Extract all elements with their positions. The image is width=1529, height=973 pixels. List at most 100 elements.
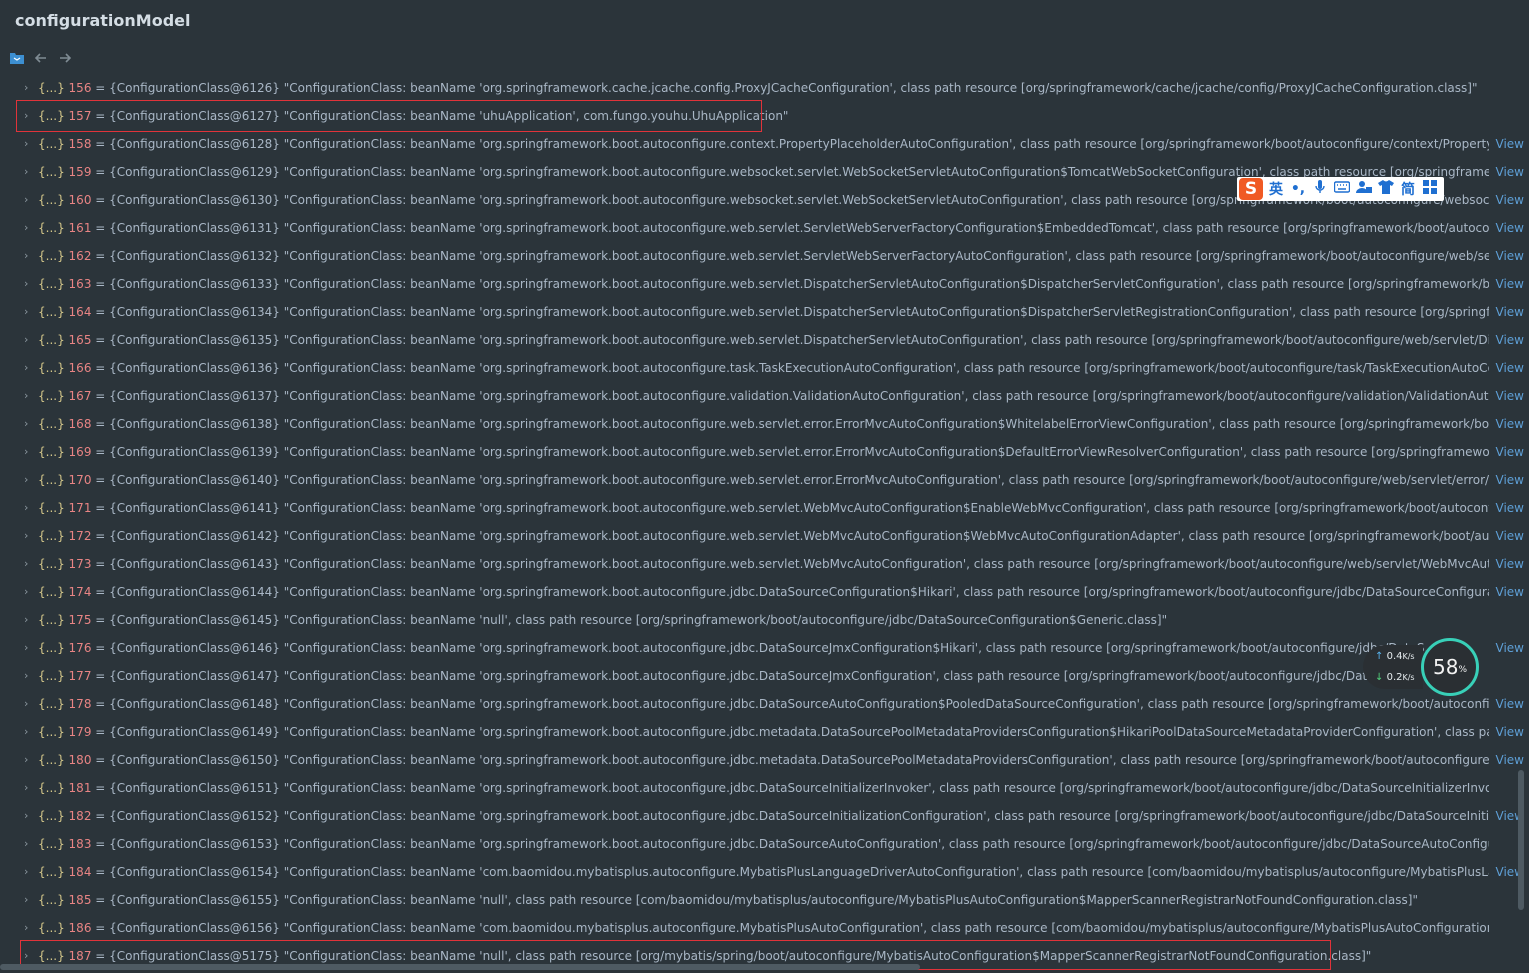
view-link[interactable]: View bbox=[1496, 445, 1524, 459]
memory-usage-gauge[interactable]: 58% bbox=[1421, 638, 1479, 696]
tree-row[interactable]: › {...} 161 = {ConfigurationClass@6131} "… bbox=[0, 214, 1529, 242]
tree-row[interactable]: › {...} 184 = {ConfigurationClass@6154} "… bbox=[0, 858, 1529, 886]
view-link[interactable]: View bbox=[1496, 249, 1524, 263]
view-link[interactable]: View bbox=[1496, 501, 1524, 515]
horizontal-scrollbar[interactable] bbox=[0, 964, 920, 970]
chevron-right-icon[interactable]: › bbox=[24, 670, 34, 682]
chevron-right-icon[interactable]: › bbox=[24, 418, 34, 430]
tree-row[interactable]: › {...} 176 = {ConfigurationClass@6146} "… bbox=[0, 634, 1529, 662]
row-object-id: {ConfigurationClass@6132} bbox=[109, 249, 280, 263]
view-link[interactable]: View bbox=[1496, 193, 1524, 207]
keyboard-icon[interactable] bbox=[1333, 181, 1351, 197]
view-link[interactable]: View bbox=[1496, 361, 1524, 375]
tree-row[interactable]: › {...} 186 = {ConfigurationClass@6156} "… bbox=[0, 914, 1529, 942]
view-link[interactable]: View bbox=[1496, 725, 1524, 739]
chevron-right-icon[interactable]: › bbox=[24, 614, 34, 626]
view-link[interactable]: View bbox=[1496, 165, 1524, 179]
view-link[interactable]: View bbox=[1496, 221, 1524, 235]
tree-row[interactable]: › {...} 164 = {ConfigurationClass@6134} "… bbox=[0, 298, 1529, 326]
chevron-right-icon[interactable]: › bbox=[24, 502, 34, 514]
folder-blue-icon[interactable] bbox=[8, 49, 26, 67]
tree-row[interactable]: › {...} 183 = {ConfigurationClass@6153} "… bbox=[0, 830, 1529, 858]
view-link[interactable]: View bbox=[1496, 137, 1524, 151]
view-link[interactable]: View bbox=[1496, 697, 1524, 711]
tree-row[interactable]: › {...} 167 = {ConfigurationClass@6137} "… bbox=[0, 382, 1529, 410]
view-link[interactable]: View bbox=[1496, 641, 1524, 655]
view-link[interactable]: View bbox=[1496, 417, 1524, 431]
view-link[interactable]: View bbox=[1496, 305, 1524, 319]
view-link[interactable]: View bbox=[1496, 389, 1524, 403]
tree-row[interactable]: › {...} 172 = {ConfigurationClass@6142} "… bbox=[0, 522, 1529, 550]
chevron-right-icon[interactable]: › bbox=[24, 810, 34, 822]
forward-arrow-icon[interactable] bbox=[56, 49, 74, 67]
chevron-right-icon[interactable]: › bbox=[24, 530, 34, 542]
chevron-right-icon[interactable]: › bbox=[24, 82, 34, 94]
tree-row[interactable]: › {...} 173 = {ConfigurationClass@6143} "… bbox=[0, 550, 1529, 578]
skin-shirt-icon[interactable] bbox=[1377, 180, 1395, 198]
tree-row[interactable]: › {...} 165 = {ConfigurationClass@6135} "… bbox=[0, 326, 1529, 354]
tree-row[interactable]: › {...} 169 = {ConfigurationClass@6139} "… bbox=[0, 438, 1529, 466]
tree-row[interactable]: › {...} 179 = {ConfigurationClass@6149} "… bbox=[0, 718, 1529, 746]
user-settings-icon[interactable] bbox=[1355, 180, 1373, 198]
view-link[interactable]: View bbox=[1496, 333, 1524, 347]
sogou-logo-icon[interactable]: S bbox=[1239, 178, 1263, 200]
chevron-right-icon[interactable]: › bbox=[24, 782, 34, 794]
chevron-right-icon[interactable]: › bbox=[24, 474, 34, 486]
chevron-right-icon[interactable]: › bbox=[24, 390, 34, 402]
chevron-right-icon[interactable]: › bbox=[24, 446, 34, 458]
view-link[interactable]: View bbox=[1496, 277, 1524, 291]
tree-row[interactable]: › {...} 181 = {ConfigurationClass@6151} "… bbox=[0, 774, 1529, 802]
tree-row[interactable]: › {...} 157 = {ConfigurationClass@6127} "… bbox=[0, 102, 1529, 130]
chevron-right-icon[interactable]: › bbox=[24, 306, 34, 318]
view-link[interactable]: View bbox=[1496, 529, 1524, 543]
network-speed-widget[interactable]: ↑ 0.4K/s ↓ 0.2K/s bbox=[1363, 645, 1423, 689]
tree-row[interactable]: › {...} 178 = {ConfigurationClass@6148} "… bbox=[0, 690, 1529, 718]
tree-row[interactable]: › {...} 174 = {ConfigurationClass@6144} "… bbox=[0, 578, 1529, 606]
tree-row[interactable]: › {...} 185 = {ConfigurationClass@6155} "… bbox=[0, 886, 1529, 914]
chevron-right-icon[interactable]: › bbox=[24, 950, 34, 962]
chevron-right-icon[interactable]: › bbox=[24, 726, 34, 738]
ime-simplified-toggle[interactable]: 简 bbox=[1399, 179, 1417, 199]
tree-row[interactable]: › {...} 182 = {ConfigurationClass@6152} "… bbox=[0, 802, 1529, 830]
chevron-right-icon[interactable]: › bbox=[24, 866, 34, 878]
chevron-right-icon[interactable]: › bbox=[24, 278, 34, 290]
tree-row[interactable]: › {...} 163 = {ConfigurationClass@6133} "… bbox=[0, 270, 1529, 298]
view-link[interactable]: View bbox=[1496, 753, 1524, 767]
tree-row[interactable]: › {...} 177 = {ConfigurationClass@6147} "… bbox=[0, 662, 1529, 690]
tree-row[interactable]: › {...} 162 = {ConfigurationClass@6132} "… bbox=[0, 242, 1529, 270]
chevron-right-icon[interactable]: › bbox=[24, 222, 34, 234]
grid-menu-icon[interactable] bbox=[1421, 180, 1439, 198]
tree-row[interactable]: › {...} 171 = {ConfigurationClass@6141} "… bbox=[0, 494, 1529, 522]
tree-row[interactable]: › {...} 175 = {ConfigurationClass@6145} "… bbox=[0, 606, 1529, 634]
view-link[interactable]: View bbox=[1496, 557, 1524, 571]
chevron-right-icon[interactable]: › bbox=[24, 586, 34, 598]
chevron-right-icon[interactable]: › bbox=[24, 754, 34, 766]
chevron-right-icon[interactable]: › bbox=[24, 894, 34, 906]
chevron-right-icon[interactable]: › bbox=[24, 558, 34, 570]
tree-row[interactable]: › {...} 168 = {ConfigurationClass@6138} "… bbox=[0, 410, 1529, 438]
back-arrow-icon[interactable] bbox=[32, 49, 50, 67]
row-object-id: {ConfigurationClass@6149} bbox=[109, 725, 280, 739]
chevron-right-icon[interactable]: › bbox=[24, 166, 34, 178]
chevron-right-icon[interactable]: › bbox=[24, 334, 34, 346]
tree-row[interactable]: › {...} 166 = {ConfigurationClass@6136} "… bbox=[0, 354, 1529, 382]
tree-row[interactable]: › {...} 180 = {ConfigurationClass@6150} "… bbox=[0, 746, 1529, 774]
microphone-icon[interactable] bbox=[1311, 180, 1329, 198]
vertical-scrollbar[interactable] bbox=[1518, 770, 1524, 910]
tree-row[interactable]: › {...} 158 = {ConfigurationClass@6128} "… bbox=[0, 130, 1529, 158]
chevron-right-icon[interactable]: › bbox=[24, 110, 34, 122]
chevron-right-icon[interactable]: › bbox=[24, 362, 34, 374]
chevron-right-icon[interactable]: › bbox=[24, 698, 34, 710]
view-link[interactable]: View bbox=[1496, 473, 1524, 487]
chevron-right-icon[interactable]: › bbox=[24, 922, 34, 934]
chevron-right-icon[interactable]: › bbox=[24, 138, 34, 150]
tree-row[interactable]: › {...} 170 = {ConfigurationClass@6140} "… bbox=[0, 466, 1529, 494]
ime-lang-toggle[interactable]: 英 bbox=[1267, 179, 1285, 199]
tree-row[interactable]: › {...} 156 = {ConfigurationClass@6126} "… bbox=[0, 74, 1529, 102]
chevron-right-icon[interactable]: › bbox=[24, 838, 34, 850]
chevron-right-icon[interactable]: › bbox=[24, 194, 34, 206]
chevron-right-icon[interactable]: › bbox=[24, 642, 34, 654]
ime-punct-toggle[interactable]: •, bbox=[1289, 181, 1307, 197]
chevron-right-icon[interactable]: › bbox=[24, 250, 34, 262]
view-link[interactable]: View bbox=[1496, 585, 1524, 599]
